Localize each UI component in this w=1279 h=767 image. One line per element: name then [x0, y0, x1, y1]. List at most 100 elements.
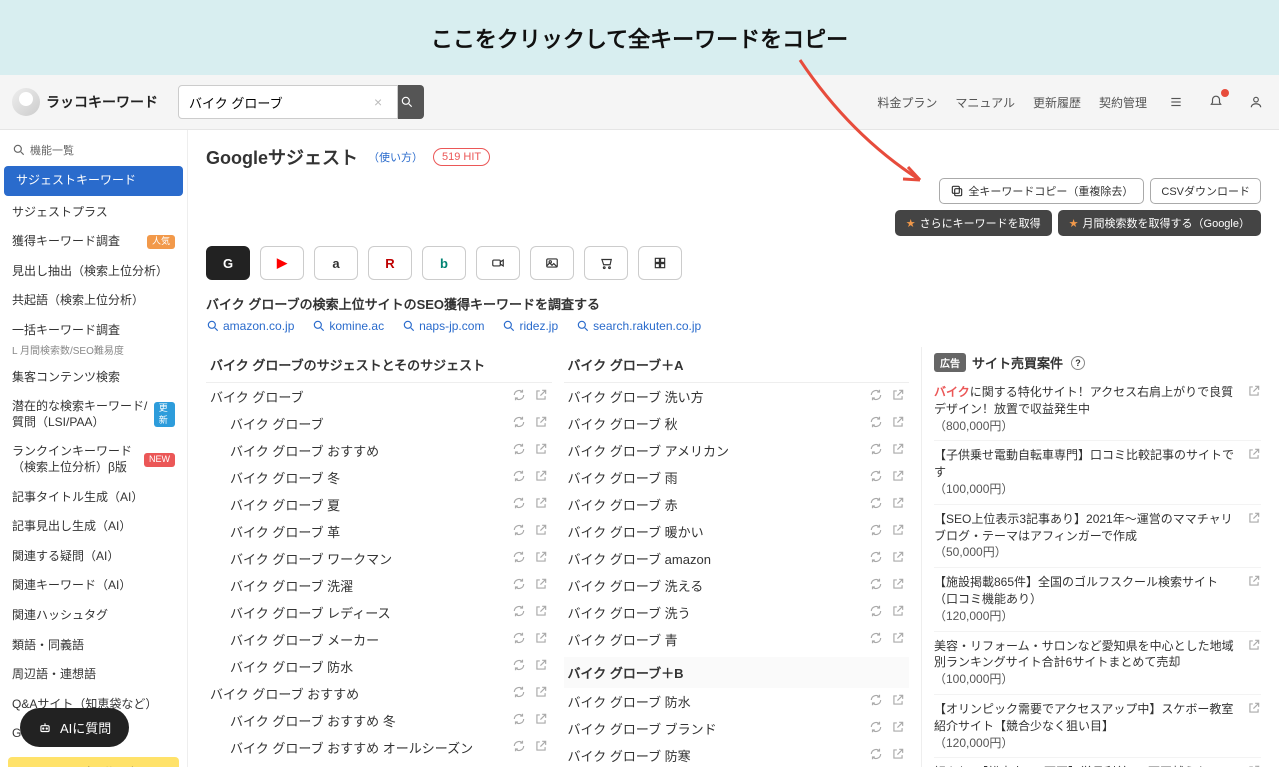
reload-icon[interactable] — [512, 442, 526, 459]
help-icon[interactable]: ? — [1071, 356, 1085, 370]
keyword-text[interactable]: バイク グローブ 暖かい — [568, 522, 870, 541]
reload-icon[interactable] — [869, 693, 883, 710]
copy-all-button[interactable]: 全キーワードコピー（重複除去） — [939, 178, 1144, 204]
reload-icon[interactable] — [869, 469, 883, 486]
nav-history[interactable]: 更新履歴 — [1033, 94, 1081, 111]
search-input[interactable] — [178, 85, 398, 119]
keyword-text[interactable]: バイク グローブ アメリカン — [568, 441, 870, 460]
keyword-text[interactable]: バイク グローブ ワークマン — [230, 549, 512, 568]
external-link-icon[interactable] — [534, 523, 548, 540]
sidebar-item[interactable]: 共起語（検索上位分析） — [0, 286, 187, 316]
external-link-icon[interactable] — [1247, 511, 1261, 561]
external-link-icon[interactable] — [891, 442, 905, 459]
sidebar-item[interactable]: サジェストプラス — [0, 198, 187, 228]
keyword-text[interactable]: バイク グローブ 革 — [230, 522, 512, 541]
search-clear-icon[interactable]: × — [374, 94, 382, 110]
external-link-icon[interactable] — [891, 523, 905, 540]
source-rakuten[interactable]: R — [368, 246, 412, 280]
reload-icon[interactable] — [869, 523, 883, 540]
keyword-text[interactable]: バイク グローブ 防水 — [230, 657, 512, 676]
sidebar-item[interactable]: 記事タイトル生成（AI） — [0, 483, 187, 513]
ad-item[interactable]: 【SEO上位表示3記事あり】2021年〜運営のママチャリブログ・テーマはアフィン… — [934, 505, 1261, 568]
ai-chat-button[interactable]: AIに質問 — [20, 708, 129, 747]
ad-item[interactable]: 【子供乗せ電動自転車専門】口コミ比較記事のサイトです（100,000円） — [934, 441, 1261, 504]
keyword-text[interactable]: バイク グローブ 秋 — [568, 414, 870, 433]
ad-item[interactable]: バイクに関する特化サイト！アクセス右肩上がりで良質デザイン！放置で収益発生中（8… — [934, 378, 1261, 441]
external-link-icon[interactable] — [1247, 384, 1261, 434]
reload-icon[interactable] — [512, 739, 526, 756]
reload-icon[interactable] — [869, 631, 883, 648]
external-link-icon[interactable] — [891, 693, 905, 710]
external-link-icon[interactable] — [534, 658, 548, 675]
external-link-icon[interactable] — [891, 631, 905, 648]
seo-site-link[interactable]: komine.ac — [312, 319, 384, 333]
reload-icon[interactable] — [869, 442, 883, 459]
external-link-icon[interactable] — [891, 550, 905, 567]
keyword-text[interactable]: バイク グローブ 洗う — [568, 603, 870, 622]
nav-manual[interactable]: マニュアル — [955, 94, 1015, 111]
keyword-text[interactable]: バイク グローブ ブランド — [568, 719, 870, 738]
reload-icon[interactable] — [512, 712, 526, 729]
reload-icon[interactable] — [869, 550, 883, 567]
external-link-icon[interactable] — [534, 739, 548, 756]
keyword-text[interactable]: バイク グローブ おすすめ — [210, 684, 512, 703]
external-link-icon[interactable] — [891, 577, 905, 594]
promo-banner[interactable]: LOLIPOP! レンタルサーバー キャンペーン中！ — [8, 757, 179, 767]
external-link-icon[interactable] — [1247, 638, 1261, 688]
source-google[interactable]: G — [206, 246, 250, 280]
reload-icon[interactable] — [512, 577, 526, 594]
external-link-icon[interactable] — [534, 550, 548, 567]
external-link-icon[interactable] — [534, 685, 548, 702]
howto-link[interactable]: （使い方） — [368, 149, 423, 165]
sidebar-item[interactable]: ランクインキーワード（検索上位分析）β版NEW — [0, 437, 187, 482]
external-link-icon[interactable] — [891, 720, 905, 737]
keyword-text[interactable]: バイク グローブ 防寒 — [568, 746, 870, 765]
reload-icon[interactable] — [512, 496, 526, 513]
reload-icon[interactable] — [869, 388, 883, 405]
reload-icon[interactable] — [512, 550, 526, 567]
bell-icon[interactable] — [1205, 91, 1227, 113]
get-more-keywords-button[interactable]: ★さらにキーワードを取得 — [895, 210, 1052, 236]
keyword-text[interactable]: バイク グローブ おすすめ 冬 — [230, 711, 512, 730]
keyword-text[interactable]: バイク グローブ レディース — [230, 603, 512, 622]
external-link-icon[interactable] — [1247, 574, 1261, 624]
sidebar-item[interactable]: 記事見出し生成（AI） — [0, 512, 187, 542]
external-link-icon[interactable] — [891, 747, 905, 764]
reload-icon[interactable] — [512, 685, 526, 702]
external-link-icon[interactable] — [534, 577, 548, 594]
source-shopping[interactable] — [584, 246, 628, 280]
get-volume-button[interactable]: ★月間検索数を取得する（Google） — [1058, 210, 1261, 236]
app-logo[interactable]: ラッコキーワード — [12, 88, 158, 116]
ad-item[interactable]: 訳あり：【総売上537万円】単月利益100万円越えもアリ！訳ありの非属人2chま… — [934, 758, 1261, 767]
keyword-text[interactable]: バイク グローブ 防水 — [568, 692, 870, 711]
sidebar-item[interactable]: 関連する疑問（AI） — [0, 542, 187, 572]
reload-icon[interactable] — [869, 415, 883, 432]
reload-icon[interactable] — [869, 604, 883, 621]
external-link-icon[interactable] — [534, 442, 548, 459]
reload-icon[interactable] — [512, 631, 526, 648]
nav-plans[interactable]: 料金プラン — [877, 94, 937, 111]
ad-item[interactable]: 【オリンピック需要でアクセスアップ中】スケボー教室紹介サイト【競合少なく狙い目】… — [934, 695, 1261, 758]
seo-site-link[interactable]: ridez.jp — [502, 319, 558, 333]
sidebar-item[interactable]: 関連ハッシュタグ — [0, 601, 187, 631]
source-bing[interactable]: b — [422, 246, 466, 280]
keyword-text[interactable]: バイク グローブ 洗える — [568, 576, 870, 595]
seo-site-link[interactable]: search.rakuten.co.jp — [576, 319, 701, 333]
sidebar-item[interactable]: 獲得キーワード調査人気 — [0, 227, 187, 257]
external-link-icon[interactable] — [534, 604, 548, 621]
reload-icon[interactable] — [512, 523, 526, 540]
external-link-icon[interactable] — [534, 469, 548, 486]
sidebar-item[interactable]: 潜在的な検索キーワード/質問（LSI/PAA）更新 — [0, 392, 187, 437]
source-video[interactable] — [476, 246, 520, 280]
reload-icon[interactable] — [512, 415, 526, 432]
csv-download-button[interactable]: CSVダウンロード — [1150, 178, 1261, 204]
sidebar-item[interactable]: サジェストキーワード — [4, 166, 183, 196]
ad-item[interactable]: 美容・リフォーム・サロンなど愛知県を中心とした地域別ランキングサイト合計6サイト… — [934, 632, 1261, 695]
keyword-text[interactable]: バイク グローブ amazon — [568, 549, 870, 568]
keyword-text[interactable]: バイク グローブ 冬 — [230, 468, 512, 487]
keyword-text[interactable]: バイク グローブ — [230, 414, 512, 433]
reload-icon[interactable] — [512, 658, 526, 675]
ad-item[interactable]: 【施設掲載865件】全国のゴルフスクール検索サイト（口コミ機能あり）（120,0… — [934, 568, 1261, 631]
reload-icon[interactable] — [869, 747, 883, 764]
seo-site-link[interactable]: amazon.co.jp — [206, 319, 294, 333]
